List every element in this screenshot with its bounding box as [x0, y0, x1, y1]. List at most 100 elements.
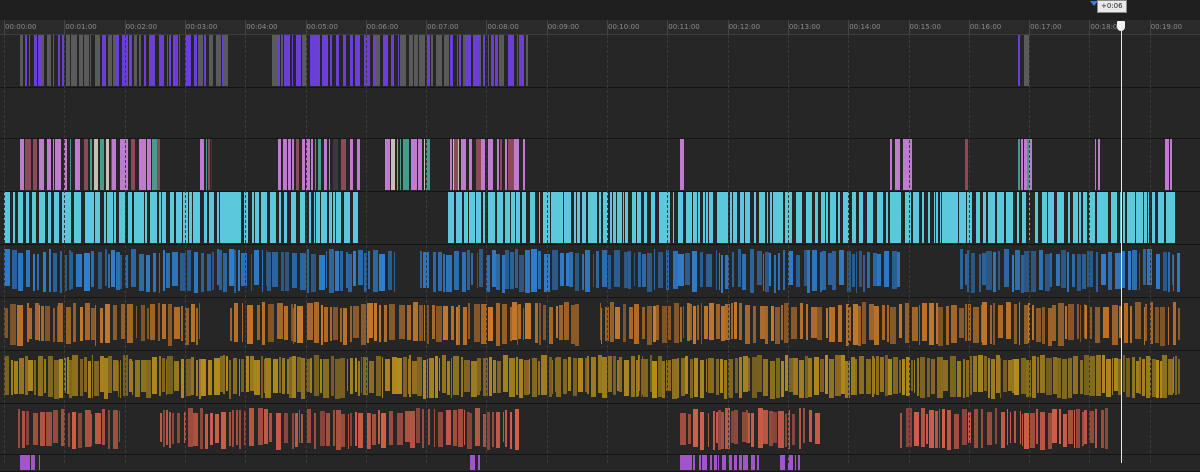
audio-clip[interactable]	[127, 304, 133, 343]
audio-clip[interactable]	[329, 249, 334, 293]
video-clip[interactable]	[311, 139, 313, 190]
audio-clip[interactable]	[585, 250, 590, 292]
audio-clip[interactable]	[264, 409, 268, 444]
audio-clip[interactable]	[191, 357, 194, 395]
audio-clip[interactable]	[433, 252, 436, 292]
audio-clip[interactable]	[815, 413, 820, 444]
audio-clip[interactable]	[962, 409, 967, 445]
video-clip[interactable]	[1068, 192, 1070, 243]
audio-clip[interactable]	[1160, 307, 1165, 346]
video-clip[interactable]	[155, 192, 157, 243]
video-clip[interactable]	[317, 35, 320, 86]
video-clip[interactable]	[499, 35, 504, 86]
audio-clip[interactable]	[1130, 306, 1132, 343]
video-clip[interactable]	[284, 192, 287, 243]
audio-clip[interactable]	[855, 359, 857, 395]
audio-clip[interactable]	[1019, 302, 1020, 345]
audio-clip[interactable]	[929, 303, 934, 345]
audio-clip[interactable]	[350, 413, 352, 446]
audio-clip[interactable]	[487, 412, 490, 450]
audio-clip[interactable]	[807, 250, 810, 293]
audio-clip[interactable]	[1080, 360, 1083, 394]
video-clip[interactable]	[988, 192, 995, 243]
audio-clip[interactable]	[282, 358, 285, 394]
video-clip[interactable]	[252, 192, 254, 243]
audio-clip[interactable]	[307, 303, 313, 340]
audio-clip[interactable]	[389, 411, 393, 445]
audio-clip[interactable]	[436, 306, 442, 342]
audio-clip[interactable]	[539, 303, 541, 345]
video-clip[interactable]	[953, 192, 958, 243]
audio-clip[interactable]	[147, 308, 149, 339]
audio-clip[interactable]	[1068, 358, 1072, 398]
audio-clip[interactable]	[451, 358, 452, 398]
audio-clip[interactable]	[814, 357, 819, 395]
audio-clip[interactable]	[1106, 359, 1111, 397]
video-clip[interactable]	[84, 139, 88, 190]
audio-clip[interactable]	[158, 303, 160, 341]
video-clip[interactable]	[698, 192, 700, 243]
audio-clip[interactable]	[914, 412, 919, 446]
audio-clip[interactable]	[113, 305, 117, 340]
video-clip[interactable]	[526, 35, 528, 86]
audio-clip[interactable]	[295, 413, 298, 447]
video-clip[interactable]	[144, 35, 146, 86]
audio-clip[interactable]	[111, 250, 115, 287]
playhead-handle-icon[interactable]	[1117, 21, 1125, 31]
audio-clip[interactable]	[378, 410, 380, 444]
audio-clip[interactable]	[78, 413, 82, 448]
video-clip[interactable]	[806, 192, 812, 243]
audio-clip[interactable]	[12, 250, 17, 289]
audio-clip[interactable]	[859, 251, 862, 287]
audio-clip[interactable]	[193, 413, 198, 446]
audio-clip[interactable]	[596, 251, 599, 288]
audio-clip[interactable]	[938, 307, 943, 346]
audio-clip[interactable]	[159, 253, 160, 293]
video-clip[interactable]	[1018, 35, 1020, 86]
audio-clip[interactable]	[247, 305, 253, 344]
audio-clip[interactable]	[552, 360, 553, 394]
audio-clip[interactable]	[102, 409, 105, 445]
audio-clip[interactable]	[1103, 307, 1109, 338]
audio-clip[interactable]	[781, 305, 783, 340]
audio-clip[interactable]	[929, 410, 934, 448]
audio-clip[interactable]	[602, 250, 607, 287]
video-clip[interactable]	[309, 192, 311, 243]
audio-clip[interactable]	[226, 356, 228, 391]
video-clip[interactable]	[1048, 192, 1054, 243]
audio-clip[interactable]	[643, 359, 648, 397]
audio-clip[interactable]	[258, 408, 263, 445]
video-clip[interactable]	[846, 192, 849, 243]
video-clip[interactable]	[25, 35, 27, 86]
video-clip[interactable]	[114, 192, 116, 243]
video-clip[interactable]	[523, 139, 525, 190]
audio-clip[interactable]	[1084, 410, 1087, 444]
audio-clip[interactable]	[281, 252, 284, 291]
audio-clip[interactable]	[619, 357, 622, 392]
audio-clip[interactable]	[605, 307, 609, 341]
audio-clip[interactable]	[693, 306, 696, 344]
video-clip[interactable]	[1083, 192, 1087, 243]
video-clip[interactable]	[62, 192, 69, 243]
audio-clip[interactable]	[568, 357, 571, 391]
audio-clip[interactable]	[11, 360, 13, 395]
audio-clip[interactable]	[601, 308, 602, 344]
audio-clip[interactable]	[559, 305, 563, 340]
video-clip[interactable]	[730, 192, 732, 243]
video-clip[interactable]	[336, 35, 339, 86]
audio-clip[interactable]	[146, 360, 151, 398]
audio-clip[interactable]	[817, 307, 822, 340]
audio-clip[interactable]	[300, 253, 306, 290]
audio-clip[interactable]	[141, 305, 145, 341]
audio-clip[interactable]	[277, 303, 283, 339]
video-clip[interactable]	[34, 35, 37, 86]
video-clip[interactable]	[106, 139, 109, 190]
audio-clip[interactable]	[678, 254, 684, 286]
audio-clip[interactable]	[959, 308, 964, 338]
video-clip[interactable]	[66, 35, 70, 86]
video-clip[interactable]	[206, 139, 207, 190]
video-clip[interactable]	[350, 35, 353, 86]
video-clip[interactable]	[450, 35, 453, 86]
audio-clip[interactable]	[993, 252, 996, 292]
audio-clip[interactable]	[208, 360, 212, 395]
